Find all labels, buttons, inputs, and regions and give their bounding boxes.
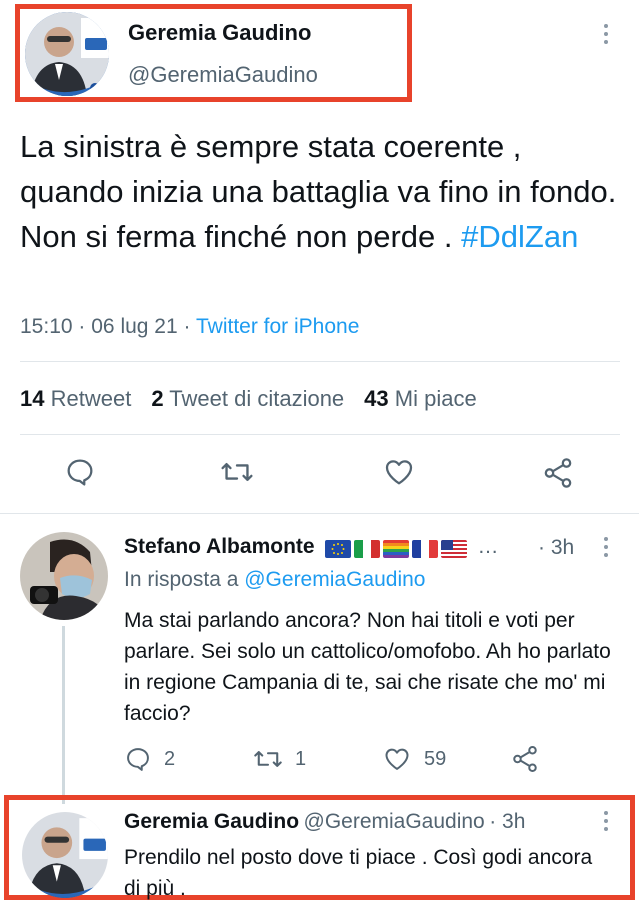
quotes-stat[interactable]: 2 Tweet di citazione [151, 386, 344, 412]
heart-icon [385, 748, 409, 770]
retweet-icon [221, 462, 253, 482]
more-options-icon[interactable] [603, 24, 609, 44]
meta-separator: · [78, 315, 86, 338]
flag-emojis [325, 539, 468, 558]
divider [0, 513, 639, 514]
divider [20, 361, 620, 362]
share-icon [513, 746, 537, 772]
rainbow-flag-icon [383, 539, 410, 558]
tweet-stats: 14 Retweet 2 Tweet di citazione 43 Mi pi… [20, 386, 477, 412]
usa-flag-icon [441, 539, 468, 558]
reply-button[interactable] [64, 456, 96, 488]
reply-count: 2 [164, 747, 176, 770]
reply-button[interactable]: 2 [124, 745, 175, 773]
italy-flag-icon [354, 539, 381, 558]
name-ellipsis: … [477, 535, 499, 558]
like-count: 59 [424, 747, 447, 770]
retweets-stat[interactable]: 14 Retweet [20, 386, 131, 412]
avatar-image [22, 812, 108, 898]
reply-time: · 3h [489, 810, 526, 833]
author-name[interactable]: Stefano Albamonte [124, 535, 315, 558]
meta-separator: · [183, 315, 191, 338]
author-handle[interactable]: @GeremiaGaudino [304, 810, 485, 833]
retweet-button[interactable]: 1 [253, 745, 306, 773]
reply-text: Ma stai parlando ancora? Non hai titoli … [124, 609, 611, 725]
tweet-text: La sinistra è sempre stata coerente , qu… [20, 124, 620, 259]
tweet-meta: 15:10 · 06 lug 21 · Twitter for iPhone [20, 315, 359, 339]
share-button[interactable] [541, 456, 575, 490]
like-button[interactable]: 59 [382, 745, 446, 773]
reply-time: · 3h [538, 536, 575, 559]
avatar[interactable] [20, 532, 108, 620]
tweet-date: 06 lug 21 [91, 315, 178, 338]
share-button[interactable] [510, 744, 540, 774]
avatar-image [25, 12, 109, 96]
reply-header: Stefano Albamonte … [124, 535, 498, 559]
author-handle[interactable]: @GeremiaGaudino [128, 62, 318, 88]
avatar[interactable] [22, 812, 108, 898]
tweet-time: 15:10 [20, 315, 73, 338]
author-name[interactable]: Geremia Gaudino [124, 810, 299, 833]
thread-line [62, 626, 65, 804]
eu-flag-icon [325, 539, 352, 558]
reply-text: Prendilo nel posto dove ti piace . Così … [124, 846, 593, 900]
reply-icon [127, 748, 149, 771]
more-options-icon[interactable] [603, 811, 609, 831]
like-button[interactable] [382, 456, 416, 488]
retweet-button[interactable] [220, 456, 254, 488]
divider [20, 434, 620, 435]
france-flag-icon [412, 539, 439, 558]
share-icon [544, 458, 572, 488]
tweet-source[interactable]: Twitter for iPhone [196, 315, 359, 338]
author-name[interactable]: Geremia Gaudino [128, 20, 311, 46]
retweet-icon [254, 751, 282, 767]
avatar-image [20, 532, 108, 620]
retweet-count: 1 [295, 747, 307, 770]
reply-to-line: In risposta a @GeremiaGaudino [124, 568, 425, 592]
heart-icon [385, 460, 413, 485]
reply-icon [67, 459, 93, 486]
reply-to-handle[interactable]: @GeremiaGaudino [244, 568, 425, 591]
avatar[interactable] [25, 12, 109, 96]
reply-header: Geremia Gaudino @GeremiaGaudino · 3h [124, 810, 525, 834]
likes-stat[interactable]: 43 Mi piace [364, 386, 477, 412]
hashtag-link[interactable]: #DdlZan [461, 219, 578, 254]
more-options-icon[interactable] [603, 537, 609, 557]
reply-to-prefix: In risposta a [124, 568, 245, 591]
